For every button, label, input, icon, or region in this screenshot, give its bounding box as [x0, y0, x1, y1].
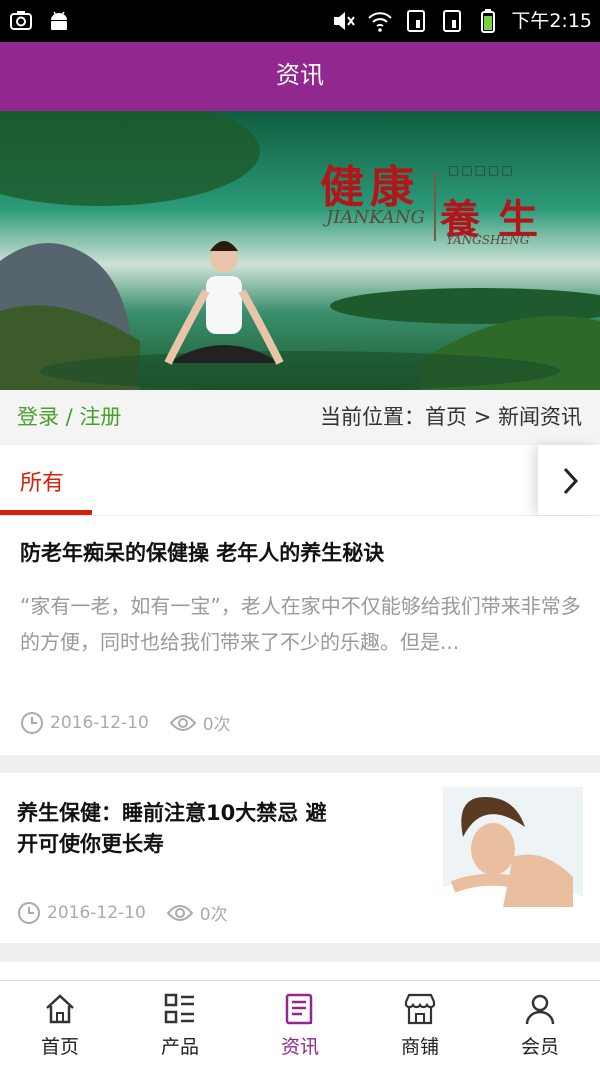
location-bar: 登录 / 注册 当前位置：首页 > 新闻资讯 — [0, 390, 600, 445]
banner-heading-jiankang: 健康 — [320, 162, 420, 213]
article-date: 2016-12-10 — [50, 712, 149, 733]
app-bar: 资讯 — [0, 42, 600, 111]
article-title-line: 养生保健：睡前注意10大禁忌 避 — [17, 801, 327, 825]
android-icon — [51, 11, 67, 30]
status-time: 下午2:15 — [511, 10, 592, 32]
article-title: 防老年痴呆的保健操 老年人的养生秘诀 — [20, 541, 385, 565]
article-thumbnail — [443, 787, 583, 921]
nav-home[interactable]: 首页 — [0, 981, 120, 1068]
store-icon — [404, 993, 436, 1025]
article-card[interactable]: 防老年痴呆的保健操 老年人的养生秘诀 “家有一老，如有一宝”，老人在家中不仅能够… — [0, 516, 600, 755]
banner-placeholder: □□□□□ — [448, 163, 515, 177]
tab-all-label: 所有 — [20, 471, 65, 496]
tab-all[interactable]: 所有 — [0, 445, 92, 515]
article-date: 2016-12-10 — [47, 902, 146, 923]
breadcrumb: 当前位置：首页 > 新闻资讯 — [320, 405, 582, 429]
article-title: 养生保健：睡前注意10大禁忌 避 开可使你更长寿 — [17, 798, 417, 860]
article-views: 0次 — [199, 905, 228, 925]
nav-member-label: 会员 — [520, 1036, 559, 1058]
nav-shops-label: 商铺 — [400, 1036, 439, 1058]
banner-image[interactable]: 健康 JIANKANG □□□□□ 養生 YANGSHENG — [0, 111, 600, 390]
nav-products-label: 产品 — [160, 1036, 199, 1058]
sim-signal-icon-2 — [443, 10, 462, 32]
bottom-nav: 首页 产品 资讯 商铺 会员 — [0, 980, 600, 1068]
clock-icon — [18, 901, 40, 924]
nav-shops[interactable]: 商铺 — [360, 981, 480, 1068]
nav-products[interactable]: 产品 — [120, 981, 240, 1068]
article-card[interactable] — [0, 962, 600, 980]
clock-icon — [21, 711, 43, 734]
battery-icon — [481, 9, 496, 33]
nav-member[interactable]: 会员 — [480, 981, 600, 1068]
banner-sub-jiankang: JIANKANG — [326, 207, 425, 228]
nav-home-label: 首页 — [40, 1036, 79, 1058]
category-tabs: 所有 — [0, 445, 600, 515]
chevron-right-icon — [563, 467, 579, 495]
eye-icon — [169, 714, 197, 731]
article-title-line: 开可使你更长寿 — [17, 832, 164, 856]
tabs-more-button[interactable] — [538, 445, 600, 515]
article-summary: “家有一老，如有一宝”，老人在家中不仅能够给我们带来非常多的方便，同时也给我们带… — [20, 594, 581, 654]
sim-signal-icon — [407, 10, 426, 32]
login-register-link[interactable]: 登录 / 注册 — [17, 401, 121, 431]
home-icon — [46, 994, 74, 1024]
article-card[interactable]: 养生保健：睡前注意10大禁忌 避 开可使你更长寿 2016-12-10 0次 — [0, 773, 600, 943]
user-icon — [525, 994, 555, 1025]
grid-list-icon — [164, 993, 194, 1024]
banner-sub-yangsheng: YANGSHENG — [446, 233, 530, 247]
mute-icon — [334, 12, 356, 30]
status-bar: 下午2:15 — [0, 0, 600, 42]
sleeping-woman-image — [443, 787, 583, 921]
article-meta: 2016-12-10 0次 — [17, 900, 228, 925]
nav-news-label: 资讯 — [280, 1036, 319, 1058]
page-title: 资讯 — [276, 61, 324, 89]
tab-active-indicator — [0, 510, 92, 515]
article-views: 0次 — [202, 715, 231, 735]
news-icon — [285, 993, 313, 1025]
screenshot-icon — [10, 11, 32, 30]
eye-icon — [166, 904, 194, 921]
nav-news[interactable]: 资讯 — [240, 981, 360, 1068]
wifi-icon — [368, 12, 393, 32]
banner-illustration — [0, 111, 600, 390]
article-meta: 2016-12-10 0次 — [20, 710, 231, 735]
